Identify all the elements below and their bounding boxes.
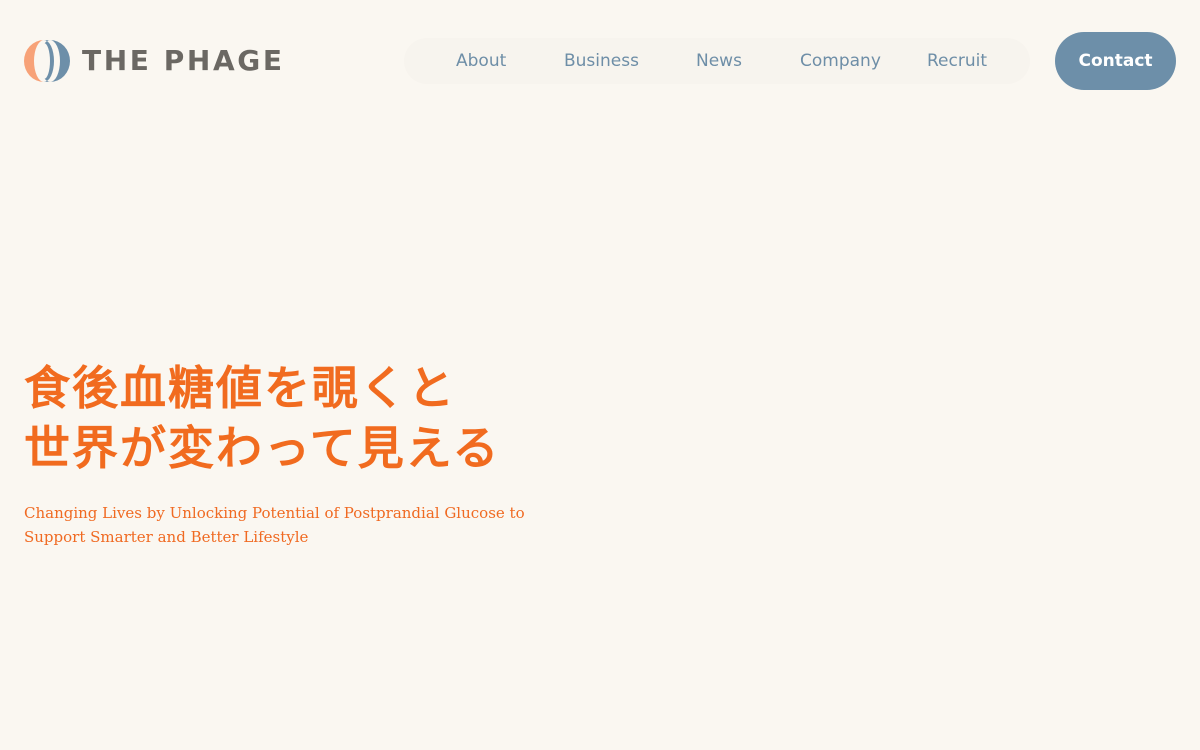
brand-name: THE PHAGE [82,44,285,77]
nav-item-news[interactable]: News [696,38,742,84]
hero-heading: 食後血糖値を覗くと 世界が変わって見える [24,358,724,478]
hero-subtitle-line-2: Support Smarter and Better Lifestyle [24,528,309,546]
nav-item-business[interactable]: Business [564,38,639,84]
hero-subtitle-line-1: Changing Lives by Unlocking Potential of… [24,504,525,522]
hero-heading-line-2: 世界が変わって見える [24,421,501,475]
hero-section: 食後血糖値を覗くと 世界が変わって見える Changing Lives by U… [24,358,724,564]
nav-item-company[interactable]: Company [800,38,881,84]
logo-link[interactable]: THE PHAGE [24,40,285,82]
nav-item-recruit[interactable]: Recruit [927,38,987,84]
site-header: THE PHAGE About Business News Company Re… [0,0,1200,120]
contact-button[interactable]: Contact [1055,32,1176,90]
hero-heading-line-1: 食後血糖値を覗くと [24,361,456,415]
hero-subtitle: Changing Lives by Unlocking Potential of… [24,501,525,549]
logo-mark-icon [24,40,70,82]
main-nav: About Business News Company Recruit [404,38,1030,84]
nav-item-about[interactable]: About [456,38,506,84]
page: THE PHAGE About Business News Company Re… [0,0,1200,750]
